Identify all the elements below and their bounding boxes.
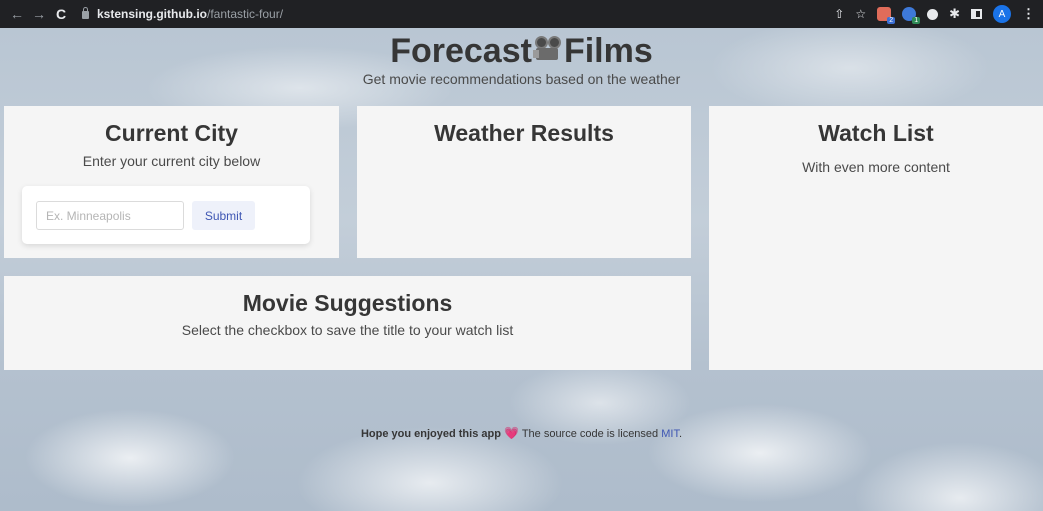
extension-circle-icon[interactable] [927, 8, 939, 20]
movie-suggestions-subtitle: Select the checkbox to save the title to… [181, 322, 514, 338]
profile-avatar[interactable]: A [993, 5, 1011, 23]
extension-icon[interactable]: 2 [877, 7, 896, 24]
browser-actions: ⇧ ☆ 2 1 ✱ A ⋮ [834, 0, 1035, 28]
side-panel-icon[interactable] [971, 9, 982, 19]
footer: Hope you enjoyed this app 💗 The source c… [0, 426, 1043, 440]
footer-text: The source code is licensed [521, 428, 659, 440]
submit-button[interactable]: Submit [192, 201, 255, 230]
weather-results-title: Weather Results [434, 120, 614, 146]
page-background: Forecast Films Get movie recommendations … [0, 28, 1043, 511]
site-subtitle: Get movie recommendations based on the w… [362, 71, 681, 87]
current-city-title: Current City [105, 120, 238, 146]
back-arrow-icon[interactable]: ← [6, 6, 28, 22]
reload-icon[interactable]: C [50, 6, 72, 22]
city-search-form: Submit [22, 186, 310, 244]
mit-license-link[interactable]: MIT [661, 428, 679, 440]
browser-toolbar: ← → C kstensing.github.io/fantastic-four… [0, 0, 1043, 28]
current-city-subtitle: Enter your current city below [82, 153, 261, 169]
url-path: /fantastic-four/ [207, 7, 284, 21]
site-title: Forecast Films [0, 32, 1043, 71]
city-input[interactable] [36, 201, 184, 230]
footer-bold-text: Hope you enjoyed this app [360, 428, 501, 440]
forward-arrow-icon[interactable]: → [28, 6, 50, 22]
extension-badge: 1 [912, 17, 921, 24]
film-projector-icon [532, 36, 563, 64]
weather-results-card: Weather Results [357, 106, 691, 258]
movie-suggestions-title: Movie Suggestions [242, 290, 453, 316]
watch-list-card: Watch List With even more content [709, 106, 1043, 370]
lock-icon [82, 7, 89, 19]
extensions-puzzle-icon[interactable]: ✱ [949, 6, 960, 22]
site-title-part1: Forecast [390, 32, 532, 70]
watch-list-subtitle: With even more content [802, 159, 950, 175]
watch-list-title: Watch List [818, 120, 934, 146]
url-host: kstensing.github.io [97, 7, 207, 21]
extension-badge: 2 [887, 17, 896, 24]
address-bar[interactable]: kstensing.github.io/fantastic-four/ [82, 3, 283, 25]
site-title-part2: Films [563, 32, 653, 70]
extension-icon[interactable]: 1 [902, 7, 921, 24]
menu-dots-icon[interactable]: ⋮ [1022, 6, 1035, 22]
footer-period: . [678, 428, 683, 440]
bookmark-star-icon[interactable]: ☆ [855, 7, 866, 21]
heart-icon: 💗 [504, 426, 519, 440]
share-icon[interactable]: ⇧ [834, 7, 844, 21]
current-city-card: Current City Enter your current city bel… [4, 106, 339, 258]
movie-suggestions-card: Movie Suggestions Select the checkbox to… [4, 276, 691, 370]
